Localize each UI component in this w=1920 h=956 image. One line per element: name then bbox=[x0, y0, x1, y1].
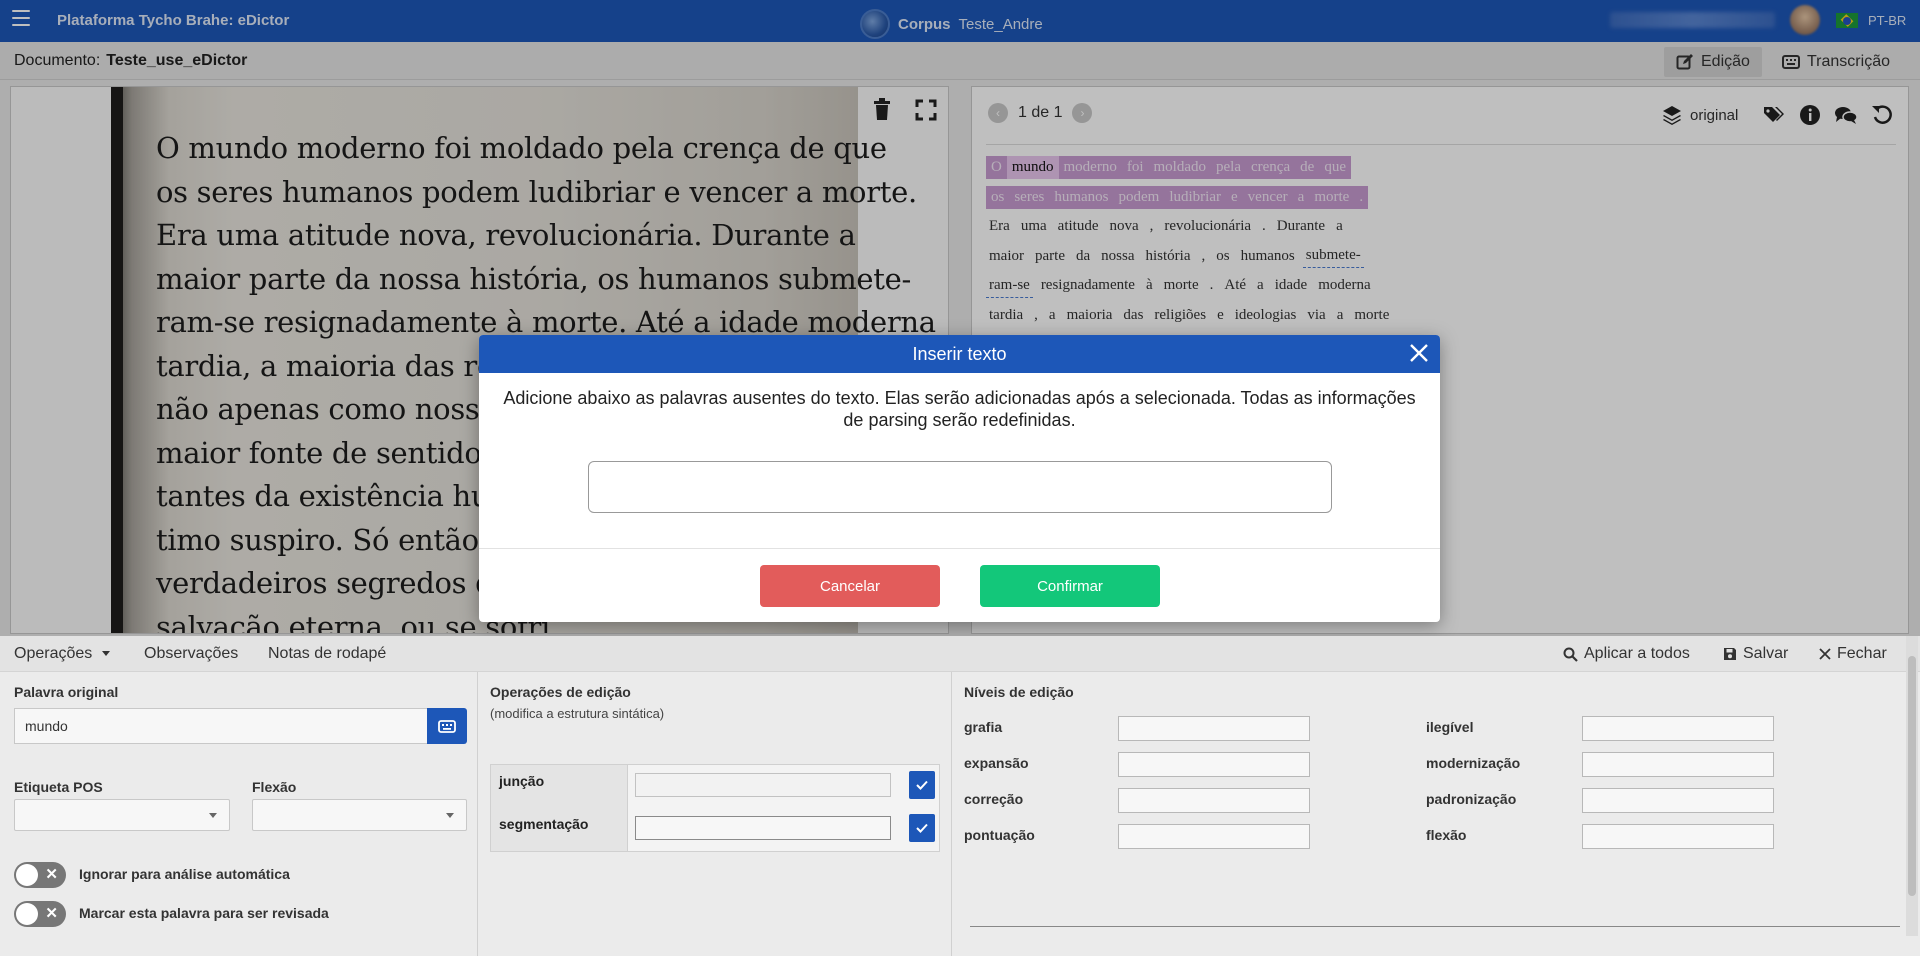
level-flexao-label: flexão bbox=[1426, 827, 1467, 843]
flexion-label: Flexão bbox=[252, 779, 297, 795]
level-padronizacao-label: padronização bbox=[1426, 791, 1517, 807]
edit-operations-title: Operações de edição bbox=[490, 684, 631, 700]
close-panel-button[interactable]: Fechar bbox=[1819, 645, 1887, 663]
segmentation-row: segmentação bbox=[491, 808, 941, 851]
ignore-analysis-label: Ignorar para análise automática bbox=[79, 866, 290, 882]
junction-row: junção bbox=[491, 765, 941, 808]
confirm-button[interactable]: Confirmar bbox=[980, 565, 1160, 607]
close-label: Fechar bbox=[1837, 645, 1887, 662]
level-expansao-input[interactable] bbox=[1118, 752, 1310, 777]
word-properties: Palavra original mundo Etiqueta POS Flex… bbox=[0, 672, 478, 956]
level-modernizacao-label: modernização bbox=[1426, 755, 1521, 771]
level-grafia-input[interactable] bbox=[1118, 716, 1310, 741]
chevron-down-icon bbox=[102, 651, 111, 657]
virtual-keyboard-button[interactable] bbox=[427, 708, 467, 744]
level-ilegivel-label: ilegível bbox=[1426, 719, 1474, 735]
mark-review-label: Marcar esta palavra para ser revisada bbox=[79, 905, 329, 921]
cancel-button[interactable]: Cancelar bbox=[760, 565, 940, 607]
operations-menu[interactable]: Operações bbox=[14, 645, 111, 663]
save-button[interactable]: Salvar bbox=[1723, 645, 1788, 663]
edit-levels: Níveis de edição grafia expansão correçã… bbox=[952, 672, 1900, 956]
level-correcao-label: correção bbox=[964, 791, 1024, 807]
save-label: Salvar bbox=[1743, 645, 1789, 662]
junction-label: junção bbox=[491, 765, 628, 808]
segmentation-label: segmentação bbox=[491, 808, 628, 851]
level-pontuacao-input[interactable] bbox=[1118, 824, 1310, 849]
edit-panel: Operações Observações Notas de rodapé Ap… bbox=[0, 636, 1920, 956]
operations-label: Operações bbox=[14, 645, 93, 662]
check-icon bbox=[916, 823, 928, 833]
check-icon bbox=[916, 780, 928, 790]
pos-tag-label: Etiqueta POS bbox=[14, 779, 103, 795]
close-icon[interactable] bbox=[1408, 342, 1430, 364]
tab-footnotes[interactable]: Notas de rodapé bbox=[268, 645, 386, 663]
junction-input[interactable] bbox=[635, 773, 891, 797]
mark-review-toggle[interactable]: ✕ bbox=[14, 901, 66, 927]
search-icon bbox=[1563, 647, 1578, 662]
level-grafia-label: grafia bbox=[964, 719, 1003, 735]
edit-levels-title: Níveis de edição bbox=[964, 684, 1074, 700]
level-expansao-label: expansão bbox=[964, 755, 1029, 771]
edit-operations-subtitle: (modifica a estrutura sintática) bbox=[490, 706, 665, 721]
segmentation-confirm-button[interactable] bbox=[909, 814, 935, 842]
insert-text-dialog: Inserir texto Adicione abaixo as palavra… bbox=[479, 335, 1440, 622]
flexion-select[interactable] bbox=[252, 799, 467, 831]
segmentation-input[interactable] bbox=[635, 816, 891, 840]
dialog-footer-divider bbox=[479, 548, 1440, 549]
edit-operations: Operações de edição (modifica a estrutur… bbox=[478, 672, 952, 956]
divider bbox=[970, 926, 1900, 927]
tab-observations[interactable]: Observações bbox=[144, 645, 238, 663]
level-correcao-input[interactable] bbox=[1118, 788, 1310, 813]
operations-table: junção segmentação bbox=[490, 764, 940, 852]
pos-tag-select[interactable] bbox=[14, 799, 230, 831]
dialog-description: Adicione abaixo as palavras ausentes do … bbox=[503, 388, 1416, 430]
level-modernizacao-input[interactable] bbox=[1582, 752, 1774, 777]
save-icon bbox=[1724, 648, 1736, 660]
keyboard-icon bbox=[438, 719, 456, 733]
level-ilegivel-input[interactable] bbox=[1582, 716, 1774, 741]
dialog-header: Inserir texto bbox=[479, 335, 1440, 373]
original-word-label: Palavra original bbox=[14, 684, 119, 700]
level-padronizacao-input[interactable] bbox=[1582, 788, 1774, 813]
level-flexao-input[interactable] bbox=[1582, 824, 1774, 849]
insert-text-input[interactable] bbox=[588, 461, 1332, 513]
panel-scrollbar[interactable] bbox=[1906, 636, 1918, 936]
level-pontuacao-label: pontuação bbox=[964, 827, 1035, 843]
original-word-field[interactable]: mundo bbox=[14, 708, 428, 744]
close-icon bbox=[1819, 648, 1831, 660]
junction-confirm-button[interactable] bbox=[909, 771, 935, 799]
ignore-analysis-toggle[interactable]: ✕ bbox=[14, 862, 66, 888]
edit-toolbar: Operações Observações Notas de rodapé Ap… bbox=[0, 636, 1920, 672]
apply-all-label: Aplicar a todos bbox=[1584, 645, 1690, 662]
dialog-title: Inserir texto bbox=[912, 344, 1007, 364]
apply-all-button[interactable]: Aplicar a todos bbox=[1563, 645, 1690, 663]
